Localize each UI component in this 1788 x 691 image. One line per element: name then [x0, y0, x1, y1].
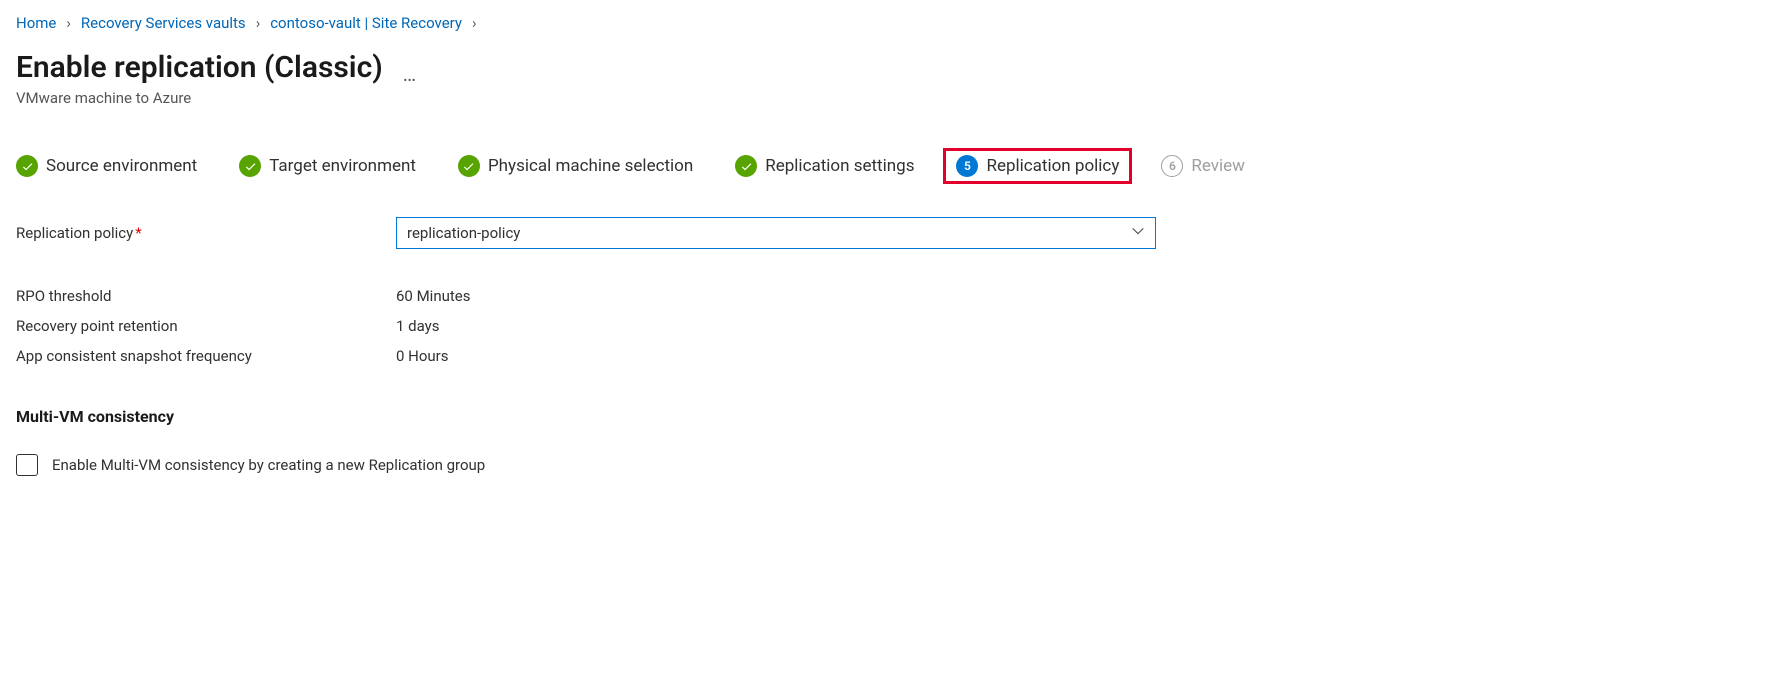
more-actions-button[interactable]: …: [403, 62, 418, 86]
check-circle-icon: [239, 155, 261, 177]
check-circle-icon: [458, 155, 480, 177]
step-source-environment[interactable]: Source environment: [16, 155, 197, 177]
check-circle-icon: [735, 155, 757, 177]
step-review[interactable]: 6 Review: [1161, 155, 1245, 177]
breadcrumb-item-vaults[interactable]: Recovery Services vaults: [81, 14, 246, 32]
step-target-environment[interactable]: Target environment: [239, 155, 416, 177]
chevron-right-icon: ›: [472, 14, 477, 32]
step-physical-machine-selection[interactable]: Physical machine selection: [458, 155, 693, 177]
step-label: Target environment: [269, 156, 416, 176]
replication-policy-label: Replication policy*: [16, 224, 396, 242]
chevron-down-icon: [1131, 224, 1145, 242]
snapshot-frequency-value: 0 Hours: [396, 347, 916, 365]
step-number-icon: 6: [1161, 155, 1183, 177]
page-title: Enable replication (Classic): [16, 50, 383, 85]
replication-policy-select[interactable]: replication-policy: [396, 217, 1156, 249]
snapshot-frequency-label: App consistent snapshot frequency: [16, 347, 396, 365]
wizard-steps: Source environment Target environment Ph…: [16, 155, 1772, 177]
rpo-threshold-label: RPO threshold: [16, 287, 396, 305]
step-number-icon: 5: [956, 155, 978, 177]
step-label: Physical machine selection: [488, 156, 693, 176]
check-circle-icon: [16, 155, 38, 177]
recovery-retention-label: Recovery point retention: [16, 317, 396, 335]
select-value: replication-policy: [407, 224, 520, 242]
page-subtitle: VMware machine to Azure: [16, 89, 1772, 107]
multi-vm-checkbox[interactable]: [16, 454, 38, 476]
chevron-right-icon: ›: [66, 14, 71, 32]
breadcrumb-item-vault[interactable]: contoso-vault | Site Recovery: [270, 14, 462, 32]
step-label: Review: [1191, 156, 1245, 176]
step-label: Replication settings: [765, 156, 914, 176]
recovery-retention-value: 1 days: [396, 317, 916, 335]
step-label: Source environment: [46, 156, 197, 176]
multi-vm-checkbox-label: Enable Multi-VM consistency by creating …: [52, 456, 485, 474]
required-indicator: *: [135, 224, 141, 242]
chevron-right-icon: ›: [256, 14, 261, 32]
step-replication-policy[interactable]: 5 Replication policy: [943, 148, 1132, 184]
step-replication-settings[interactable]: Replication settings: [735, 155, 914, 177]
label-text: Replication policy: [16, 224, 133, 242]
multi-vm-section-title: Multi-VM consistency: [16, 407, 1772, 426]
rpo-threshold-value: 60 Minutes: [396, 287, 916, 305]
breadcrumb: Home › Recovery Services vaults › contos…: [16, 14, 1772, 32]
breadcrumb-item-home[interactable]: Home: [16, 14, 56, 32]
step-label: Replication policy: [986, 156, 1119, 176]
